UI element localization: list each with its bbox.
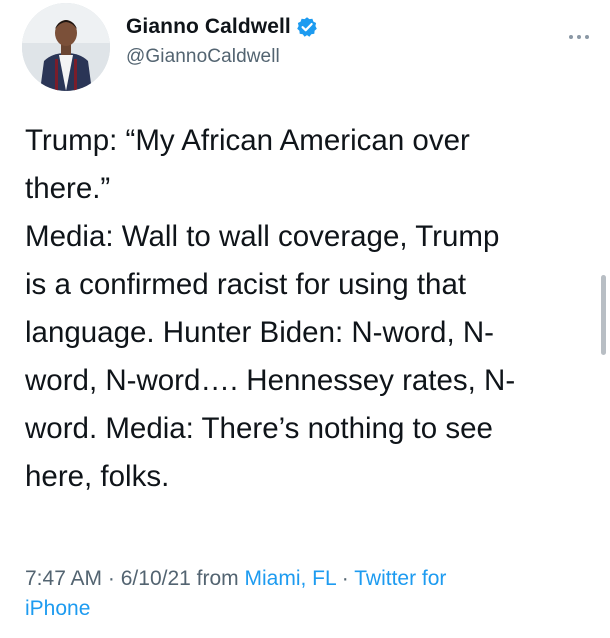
tweet-card: Gianno Caldwell @GiannoCaldwell Trump: “… (0, 0, 610, 638)
name-row: Gianno Caldwell (126, 12, 318, 42)
tweet-text-line: is a confirmed racist for using that (25, 268, 467, 301)
author-info: Gianno Caldwell @GiannoCaldwell (126, 12, 318, 68)
tweet-text-line: there.” (25, 172, 111, 205)
tweet-metadata: 7:47 AM · 6/10/21 from Miami, FL · Twitt… (25, 564, 565, 624)
location-link[interactable]: Miami, FL (245, 567, 336, 590)
author-handle[interactable]: @GiannoCaldwell (126, 46, 318, 68)
tweet-date[interactable]: 6/10/21 (121, 567, 191, 590)
from-label: from (196, 567, 239, 590)
tweet-text-line: word, N-word…. Hennessey rates, N- (25, 364, 516, 397)
source-label-line2: iPhone (25, 597, 91, 620)
meta-separator: · (107, 567, 115, 590)
tweet-text-line: word. Media: There’s nothing to see (25, 412, 493, 445)
source-label: Twitter for (354, 567, 447, 590)
verified-badge-icon (296, 16, 318, 38)
tweet-text-line: language. Hunter Biden: N-word, N- (25, 316, 494, 349)
profile-photo-icon (22, 3, 110, 91)
tweet-text: Trump: “My African American over there.”… (25, 117, 585, 501)
display-name[interactable]: Gianno Caldwell (126, 15, 291, 39)
scrollbar[interactable] (601, 275, 606, 355)
tweet-text-line: here, folks. (25, 460, 170, 493)
more-horizontal-icon[interactable] (568, 28, 590, 39)
meta-separator: · (341, 567, 349, 590)
tweet-text-line: Media: Wall to wall coverage, Trump (25, 220, 500, 253)
avatar[interactable] (22, 3, 110, 91)
tweet-text-line: Trump: “My African American over (25, 124, 470, 157)
tweet-time[interactable]: 7:47 AM (25, 567, 102, 590)
